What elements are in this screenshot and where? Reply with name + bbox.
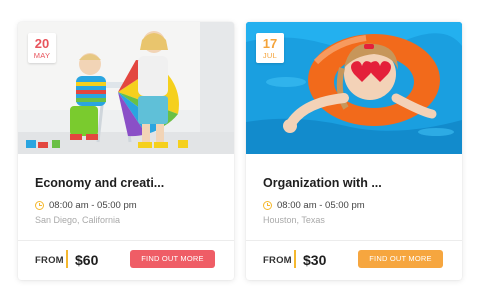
divider xyxy=(246,240,462,241)
from-label: FROM xyxy=(35,255,64,266)
clock-icon xyxy=(35,200,44,210)
event-day: 17 xyxy=(262,36,278,51)
event-month: MAY xyxy=(33,51,51,60)
event-location: Houston, Texas xyxy=(263,215,325,225)
event-title[interactable]: Organization with ... xyxy=(263,176,382,190)
event-time: 08:00 am - 05:00 pm xyxy=(277,199,365,211)
price-separator xyxy=(294,250,296,268)
event-day: 20 xyxy=(34,36,50,51)
event-title[interactable]: Economy and creati... xyxy=(35,176,164,190)
event-month: JUL xyxy=(262,51,278,60)
event-time: 08:00 am - 05:00 pm xyxy=(49,199,137,211)
event-card[interactable]: 20 MAY Economy and creati... 08:00 am - … xyxy=(18,22,234,280)
event-time-row: 08:00 am - 05:00 pm xyxy=(263,198,365,212)
find-out-more-button[interactable]: FIND OUT MORE xyxy=(130,250,215,268)
event-image[interactable]: 20 MAY xyxy=(18,22,234,154)
event-image[interactable]: 17 JUL xyxy=(246,22,462,154)
event-price: $30 xyxy=(303,252,327,268)
divider xyxy=(18,240,234,241)
clock-icon xyxy=(263,200,272,210)
event-card[interactable]: 17 JUL Organization with ... 08:00 am - … xyxy=(246,22,462,280)
date-badge: 20 MAY xyxy=(28,33,56,63)
event-location: San Diego, California xyxy=(35,215,121,225)
find-out-more-button[interactable]: FIND OUT MORE xyxy=(358,250,443,268)
event-price: $60 xyxy=(75,252,99,268)
date-badge: 17 JUL xyxy=(256,33,284,63)
from-label: FROM xyxy=(263,255,292,266)
price-separator xyxy=(66,250,68,268)
event-time-row: 08:00 am - 05:00 pm xyxy=(35,198,137,212)
